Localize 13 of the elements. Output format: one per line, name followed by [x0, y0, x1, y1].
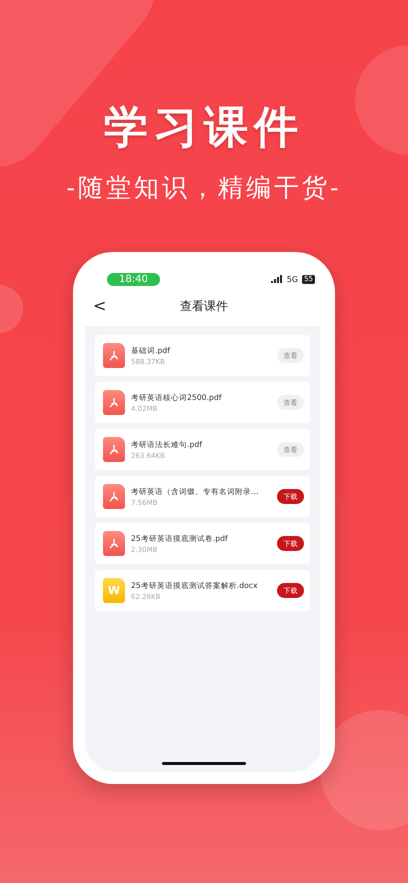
pdf-file-icon	[108, 350, 120, 362]
signal-icon	[270, 275, 283, 283]
pdf-file-icon	[108, 490, 120, 502]
tagline: -随堂知识，精编干货-	[66, 172, 342, 204]
network-label: 5G	[286, 274, 298, 284]
pdf-file-icon	[108, 444, 120, 456]
headline: 学习课件	[104, 101, 304, 155]
page-title: 查看课件	[180, 298, 228, 314]
word-file-icon: W	[103, 578, 125, 603]
status-time: 18:40	[107, 272, 160, 286]
back-button[interactable]: <	[93, 296, 106, 316]
pdf-file-icon	[108, 396, 120, 408]
pdf-file-icon	[108, 538, 120, 550]
